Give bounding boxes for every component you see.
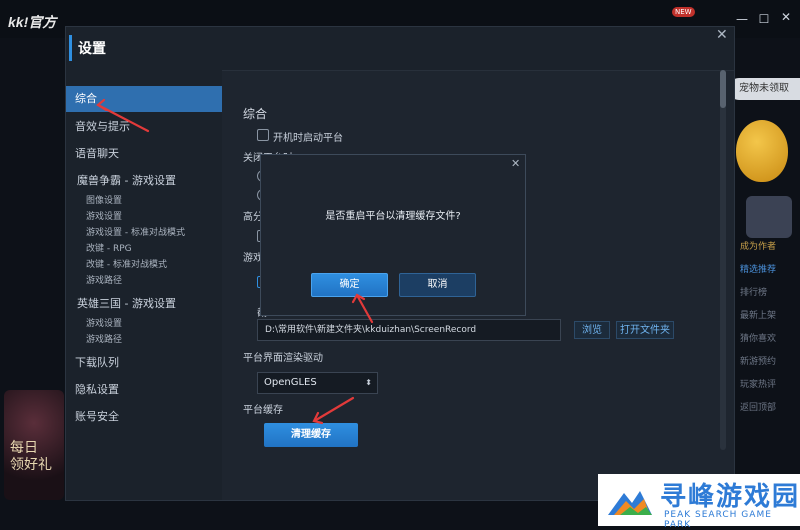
peak-logo-icon [608,491,652,515]
watermark-subtitle: PEAK SEARCH GAME PARK [664,510,772,530]
annotation-arrows [96,98,374,425]
annotation-arrow [98,104,150,133]
annotation-arrow [314,396,355,422]
annotation-arrowhead [96,98,108,112]
annotation-arrow [356,295,374,324]
watermark-title: 寻峰游戏园 [660,482,800,512]
